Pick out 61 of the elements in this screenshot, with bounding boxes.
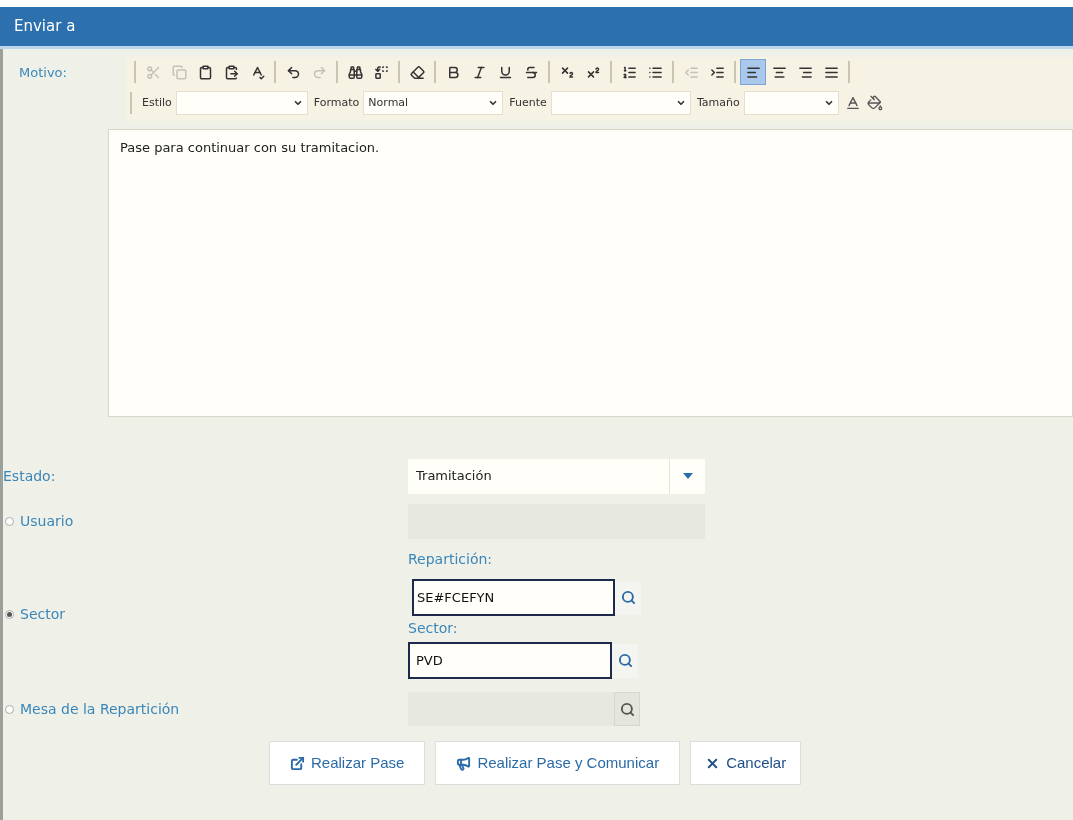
option-label: Sector [20,604,65,624]
combo-label: Tamaño [696,94,740,111]
toolbar-button[interactable] [740,59,766,85]
dialog-title: Enviar a [14,16,76,38]
action-button[interactable]: Realizar Pase [269,741,426,785]
numbered-list-icon [621,64,637,80]
clipboard-icon [223,64,239,80]
option-label: Mesa de la Repartición [20,699,180,719]
combo-label: Estilo [142,94,172,111]
clipboard-icon [197,64,213,80]
estado-select[interactable]: Tramitación [408,458,705,494]
indent-icon [709,64,725,80]
caret-icon [292,98,303,108]
scissors-icon [145,64,161,80]
action-button[interactable]: Cancelar [690,741,802,785]
search-icon [619,701,635,717]
subscript-icon [559,64,575,80]
search-button[interactable] [614,692,640,726]
megaphone-icon [456,755,472,771]
binoculars-icon [347,64,363,80]
share-icon [290,755,305,771]
combo-value: Normal [368,94,409,111]
align-left-icon [745,64,761,80]
replace-icon [373,64,389,80]
radio-button[interactable] [5,609,14,619]
outdent-icon [683,64,699,80]
combo-label: Formato [313,94,360,111]
caret-icon [488,98,499,108]
search-button[interactable] [615,580,641,615]
paint-bucket-icon[interactable] [866,95,883,111]
strikethrough-icon [523,64,539,80]
redo-icon [311,64,327,80]
text-editor[interactable]: Pase para continuar con su tramitacion. [108,129,1073,417]
field-label: Estado: [3,466,57,486]
italic-icon [471,64,487,80]
copy-icon [171,64,187,80]
underline-icon [497,64,513,80]
field-label: Repartición: [408,550,494,569]
text-color-icon[interactable] [844,95,861,111]
caret-icon [675,98,686,108]
search-button[interactable] [612,643,638,678]
search-icon [620,590,636,605]
align-right-icon [797,64,813,80]
format-combo[interactable]: Normal [363,91,504,115]
eraser-icon [409,64,425,80]
bullet-list-icon [647,64,663,80]
field-label: Motivo: [18,64,68,82]
combo-label: Fuente [509,94,547,111]
sector-field[interactable]: PVD [408,642,612,679]
align-justify-icon [823,64,839,80]
reparticion-field[interactable]: SE#FCEFYN [412,579,615,616]
select-value: Tramitación [416,467,492,486]
caret-icon [823,98,834,108]
superscript-icon [585,64,601,80]
action-button[interactable]: Realizar Pase y Comunicar [435,741,681,785]
option-label: Usuario [20,511,74,531]
search-icon [617,653,633,668]
caret-icon [682,473,693,479]
field-label: Sector: [408,619,459,638]
undo-icon [285,64,301,80]
align-center-icon [771,64,787,80]
